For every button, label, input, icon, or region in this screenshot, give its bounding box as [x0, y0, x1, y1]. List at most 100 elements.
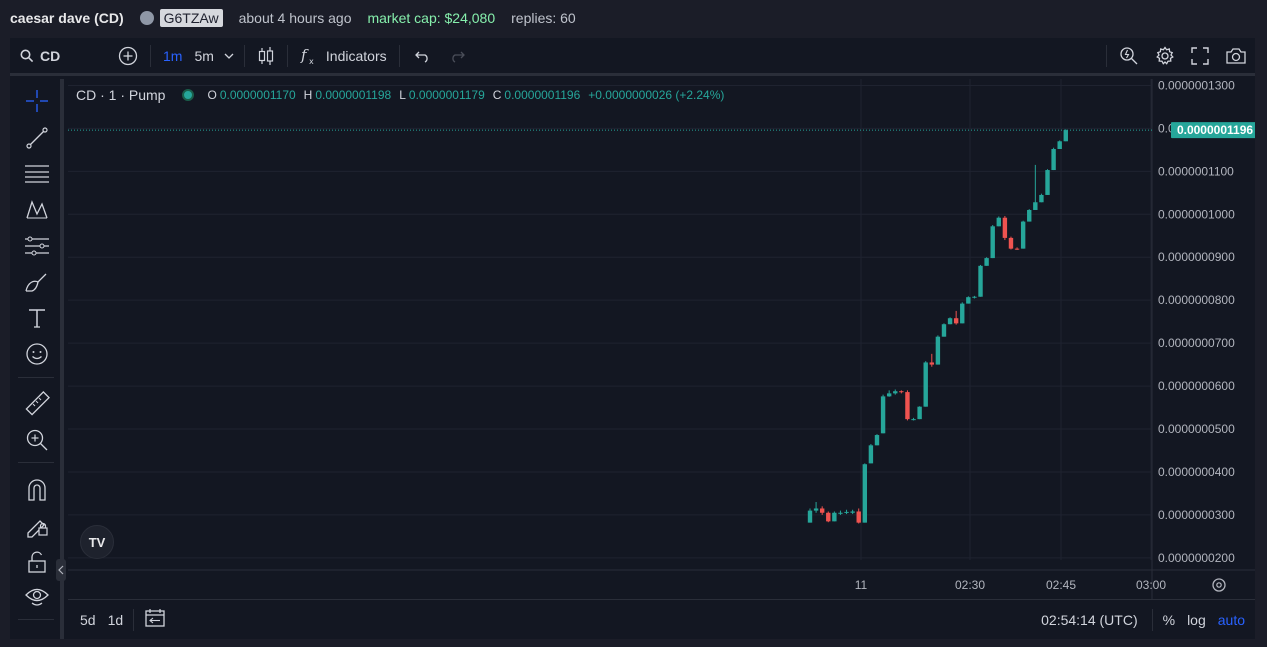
- toolbar-divider: [1106, 44, 1107, 67]
- legend-high-key: H: [303, 88, 313, 102]
- legend-open-value: 0.0000001170: [219, 88, 296, 102]
- settings-button[interactable]: [1147, 37, 1183, 75]
- redo-icon: [451, 51, 465, 63]
- magnet-tool[interactable]: [22, 475, 52, 505]
- token-info-bar: caesar dave (CD) G6TZAw about 4 hours ag…: [0, 0, 1267, 36]
- candle-body: [996, 217, 1001, 227]
- visibility-tool[interactable]: [22, 582, 52, 612]
- prediction-tool[interactable]: [22, 231, 52, 261]
- candle-body: [1027, 209, 1032, 222]
- brush-tool[interactable]: [22, 267, 52, 297]
- replies-count: replies: 60: [511, 10, 576, 26]
- candle-body: [826, 512, 831, 522]
- candle-body: [899, 391, 904, 393]
- candle-body: [1063, 130, 1068, 142]
- fullscreen-button[interactable]: [1183, 37, 1217, 75]
- plus-circle-icon: [118, 46, 138, 65]
- screenshot-button[interactable]: [1217, 37, 1255, 75]
- tradingview-logo[interactable]: TV: [80, 525, 114, 559]
- calendar-range-icon: [145, 609, 165, 627]
- fib-tool[interactable]: [22, 159, 52, 189]
- price-axis-label: 0.0000000300: [1158, 508, 1235, 522]
- magnet-icon: [28, 479, 46, 501]
- search-icon: [20, 49, 34, 62]
- toolbar-divider: [18, 377, 54, 378]
- interval-dropdown-button[interactable]: [218, 37, 240, 75]
- zoom-tool[interactable]: [22, 425, 52, 455]
- price-axis-label: 0.0000001300: [1158, 79, 1235, 92]
- goto-date-button[interactable]: [138, 608, 172, 631]
- market-status-icon[interactable]: [182, 89, 195, 101]
- interval-1m-button[interactable]: 1m: [155, 37, 190, 75]
- candle-body: [880, 396, 886, 434]
- lock-drawings-icon: [27, 520, 48, 538]
- trend-line-tool[interactable]: [22, 123, 52, 153]
- drawing-toolbar: [10, 79, 64, 639]
- market-cap: market cap: $24,080: [367, 10, 496, 26]
- candle-body: [886, 393, 892, 397]
- stay-in-drawing-tool[interactable]: [22, 511, 52, 541]
- symbol-search-button[interactable]: CD: [10, 37, 110, 75]
- legend-close-key: C: [492, 88, 502, 102]
- candlestick-chart[interactable]: 0.00000013000.00000012000.00000011000.00…: [68, 79, 1255, 599]
- candle-body: [1002, 217, 1008, 238]
- candle-body: [1039, 194, 1044, 203]
- svg-text:x: x: [309, 57, 314, 66]
- crosshair-tool[interactable]: [22, 86, 52, 116]
- time-axis-settings-icon[interactable]: [1212, 578, 1226, 592]
- chart-pane[interactable]: 0.00000013000.00000012000.00000011000.00…: [68, 79, 1255, 599]
- interval-5m-button[interactable]: 5m: [190, 37, 217, 75]
- emoji-tool[interactable]: [22, 339, 52, 369]
- pattern-icon: [26, 200, 48, 219]
- clock-timezone[interactable]: 02:54:14 (UTC): [1035, 612, 1147, 628]
- logo-text: TV: [88, 534, 106, 550]
- candle-body: [990, 226, 995, 259]
- measure-tool[interactable]: [22, 389, 52, 419]
- legend-close-value: 0.0000001196: [504, 88, 581, 102]
- toolbar-divider: [286, 44, 288, 67]
- price-axis-label: 0.0000000700: [1158, 336, 1235, 350]
- range-1d-button[interactable]: 1d: [102, 612, 130, 628]
- created-time: about 4 hours ago: [238, 10, 352, 26]
- candle-body: [807, 510, 813, 523]
- gear-icon: [1156, 45, 1174, 65]
- text-tool[interactable]: [22, 303, 52, 333]
- toolbar-divider: [1151, 608, 1153, 631]
- candle-body: [960, 303, 965, 324]
- prediction-icon: [25, 236, 49, 256]
- undo-icon: [414, 51, 428, 63]
- log-scale-button[interactable]: log: [1181, 612, 1212, 628]
- redo-button[interactable]: [442, 37, 472, 75]
- toolbar-divider: [150, 44, 151, 67]
- lock-tool[interactable]: [22, 547, 52, 577]
- indicators-button[interactable]: fx Indicators: [292, 37, 395, 75]
- candle-body: [868, 445, 874, 464]
- candle-body: [917, 406, 922, 420]
- candle-body: [923, 362, 928, 407]
- time-axis-label: 03:00: [1136, 578, 1166, 592]
- token-title: caesar dave (CD): [10, 10, 124, 26]
- text-icon: [29, 309, 45, 328]
- percent-scale-button[interactable]: %: [1157, 612, 1181, 628]
- candle-body: [1008, 237, 1014, 249]
- candle-body: [972, 296, 977, 298]
- candle-body: [1033, 202, 1038, 210]
- range-5d-button[interactable]: 5d: [68, 612, 102, 628]
- quick-search-button[interactable]: [1111, 37, 1147, 75]
- auto-scale-button[interactable]: auto: [1212, 612, 1255, 628]
- legend-high-value: 0.0000001198: [315, 88, 392, 102]
- legend-symbol[interactable]: CD · 1 · Pump: [76, 87, 165, 103]
- compare-button[interactable]: [110, 37, 146, 75]
- undo-button[interactable]: [404, 37, 442, 75]
- creator-address[interactable]: G6TZAw: [159, 9, 223, 27]
- fib-retracement-icon: [25, 165, 49, 183]
- svg-text:f: f: [300, 46, 309, 64]
- creator-avatar[interactable]: [139, 11, 154, 25]
- collapse-toolbar-button[interactable]: [56, 559, 66, 581]
- chevron-left-icon: [58, 565, 64, 575]
- zoom-in-icon: [26, 429, 48, 451]
- chart-type-button[interactable]: [249, 37, 283, 75]
- pattern-tool[interactable]: [22, 195, 52, 225]
- toolbar-divider: [18, 619, 54, 620]
- price-axis-label: 0.0000000600: [1158, 379, 1235, 393]
